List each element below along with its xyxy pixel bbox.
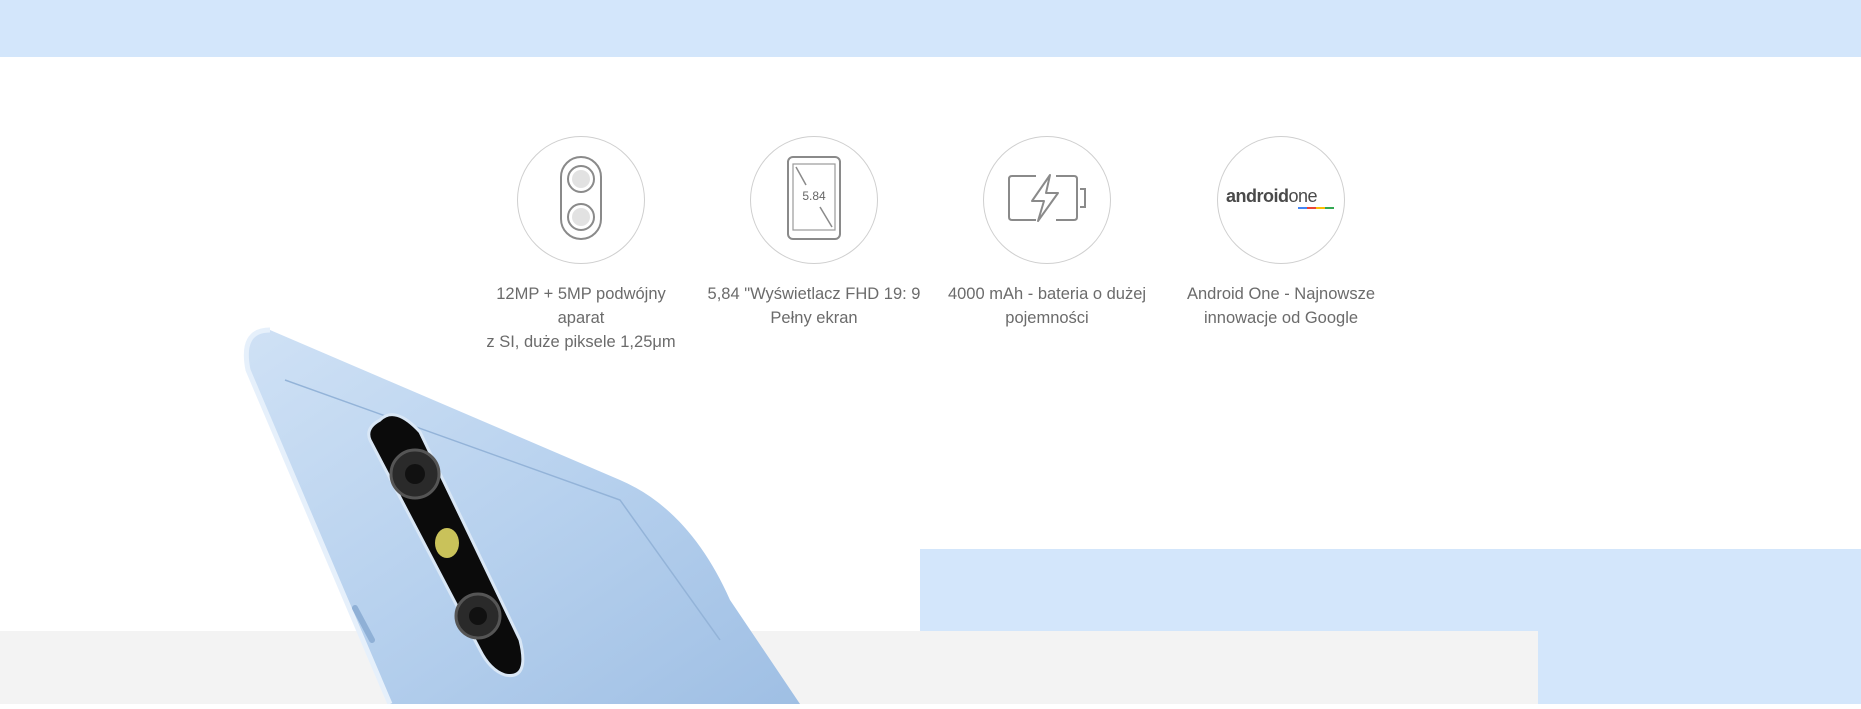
top-banner-band: [0, 0, 1861, 57]
feature-caption: Android One - Najnowsze innowacje od Goo…: [1171, 282, 1391, 330]
screen-size-label: 5.84: [802, 189, 826, 203]
feature-caption-line2: z SI, duże piksele 1,25μm: [486, 333, 676, 351]
phone-product-image: [0, 300, 900, 705]
logo-text-one: one: [1289, 186, 1318, 206]
feature-icon-circle: [983, 136, 1111, 264]
feature-icon-circle: 5.84: [750, 136, 878, 264]
dual-camera-icon: [559, 155, 603, 246]
screen-size-icon: 5.84: [786, 155, 842, 246]
feature-caption-line1: 12MP + 5MP podwójny aparat: [496, 285, 666, 327]
feature-dual-camera: 12MP + 5MP podwójny aparat z SI, duże pi…: [471, 136, 691, 354]
feature-caption: 12MP + 5MP podwójny aparat z SI, duże pi…: [471, 282, 691, 354]
battery-charge-icon: [1006, 173, 1088, 228]
feature-android-one: androidone Android One - Najnowsze innow…: [1171, 136, 1391, 330]
feature-caption-line2: pojemności: [1005, 309, 1089, 327]
feature-caption-line2: Pełny ekran: [770, 309, 858, 327]
feature-caption: 5,84 "Wyświetlacz FHD 19: 9 Pełny ekran: [704, 282, 924, 330]
feature-caption-line1: 5,84 "Wyświetlacz FHD 19: 9: [707, 285, 921, 303]
logo-text-android: android: [1226, 186, 1289, 206]
feature-caption-line2: innowacje od Google: [1203, 309, 1359, 327]
svg-text:androidone: androidone: [1226, 186, 1318, 206]
feature-battery: 4000 mAh - bateria o dużej pojemności: [937, 136, 1157, 330]
feature-caption-line1: Android One - Najnowsze: [1186, 285, 1375, 303]
feature-display: 5.84 5,84 "Wyświetlacz FHD 19: 9 Pełny e…: [704, 136, 924, 330]
feature-caption-line1: 4000 mAh - bateria o dużej: [947, 285, 1147, 303]
feature-caption: 4000 mAh - bateria o dużej pojemności: [937, 282, 1157, 330]
android-one-logo: androidone: [1226, 183, 1336, 218]
feature-icon-circle: androidone: [1217, 136, 1345, 264]
feature-icon-circle: [517, 136, 645, 264]
